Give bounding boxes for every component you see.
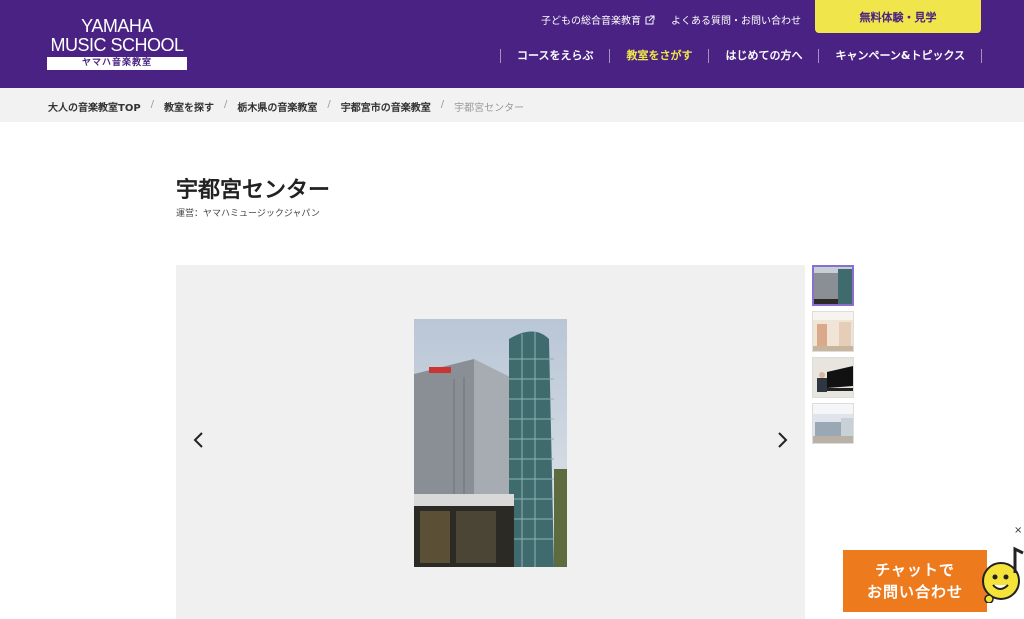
chat-close-button[interactable]: × [1014, 526, 1024, 536]
breadcrumb-separator: / [327, 99, 331, 110]
gallery-next-button[interactable] [773, 431, 793, 453]
thumbnail-building[interactable] [812, 265, 854, 306]
util-link-kids-education[interactable]: 子どもの総合音楽教育 [541, 12, 655, 27]
site-header: YAMAHA MUSIC SCHOOL ヤマハ音楽教室 子どもの総合音楽教育 よ… [0, 0, 1024, 88]
operator-text: 運営：ヤマハミュージックジャパン [176, 209, 320, 219]
breadcrumb-bar: 大人の音楽教室TOP / 教室を探す / 栃木県の音楽教室 / 宇都宮市の音楽教… [0, 88, 1024, 122]
gallery-thumbnails [812, 265, 854, 449]
gallery-prev-button[interactable] [188, 431, 208, 453]
logo-line1: YAMAHA [81, 16, 153, 36]
chat-label-line1: チャットで [875, 561, 955, 579]
chevron-left-icon [192, 431, 204, 453]
chat-label-line2: お問い合わせ [866, 583, 963, 601]
main-nav: コースをえらぶ 教室をさがす はじめての方へ キャンペーン&トピックス [500, 49, 983, 63]
breadcrumb: 大人の音楽教室TOP / 教室を探す / 栃木県の音楽教室 / 宇都宮市の音楽教… [48, 99, 524, 114]
free-trial-button[interactable]: 無料体験・見学 [815, 0, 981, 33]
util-link-label: よくある質問・お問い合わせ [671, 16, 801, 27]
site-logo[interactable]: YAMAHA MUSIC SCHOOL ヤマハ音楽教室 [47, 17, 187, 70]
breadcrumb-item[interactable]: 大人の音楽教室TOP [48, 99, 141, 114]
page-title: 宇都宮センター [176, 178, 331, 203]
breadcrumb-item[interactable]: 宇都宮市の音楽教室 [341, 99, 431, 114]
chat-contact-button[interactable]: チャットで お問い合わせ [843, 550, 987, 612]
breadcrumb-item[interactable]: 栃木県の音楽教室 [237, 99, 317, 114]
thumbnail-hallway[interactable] [812, 311, 854, 352]
util-link-faq-contact[interactable]: よくある質問・お問い合わせ [671, 12, 801, 27]
breadcrumb-separator: / [440, 99, 445, 110]
music-note-mascot-icon[interactable] [981, 543, 1024, 604]
util-link-label: 子どもの総合音楽教育 [541, 16, 641, 27]
breadcrumb-current: 宇都宮センター [454, 103, 525, 114]
nav-item-courses[interactable]: コースをえらぶ [500, 49, 609, 63]
breadcrumb-separator: / [224, 99, 228, 110]
chevron-right-icon [777, 431, 789, 453]
breadcrumb-separator: / [150, 99, 155, 110]
thumbnail-lobby[interactable] [812, 403, 854, 444]
main-photo-building [414, 319, 567, 567]
nav-item-find-school[interactable]: 教室をさがす [609, 49, 708, 63]
nav-item-campaigns[interactable]: キャンペーン&トピックス [818, 49, 983, 63]
thumbnail-piano-room[interactable] [812, 357, 854, 398]
logo-subtitle: ヤマハ音楽教室 [47, 57, 187, 70]
external-link-icon [645, 15, 655, 25]
photo-gallery [176, 265, 805, 619]
utility-links: 子どもの総合音楽教育 よくある質問・お問い合わせ [541, 12, 817, 27]
logo-line2: MUSIC SCHOOL [50, 35, 184, 55]
breadcrumb-item[interactable]: 教室を探す [164, 99, 214, 114]
nav-item-beginners[interactable]: はじめての方へ [708, 49, 818, 63]
